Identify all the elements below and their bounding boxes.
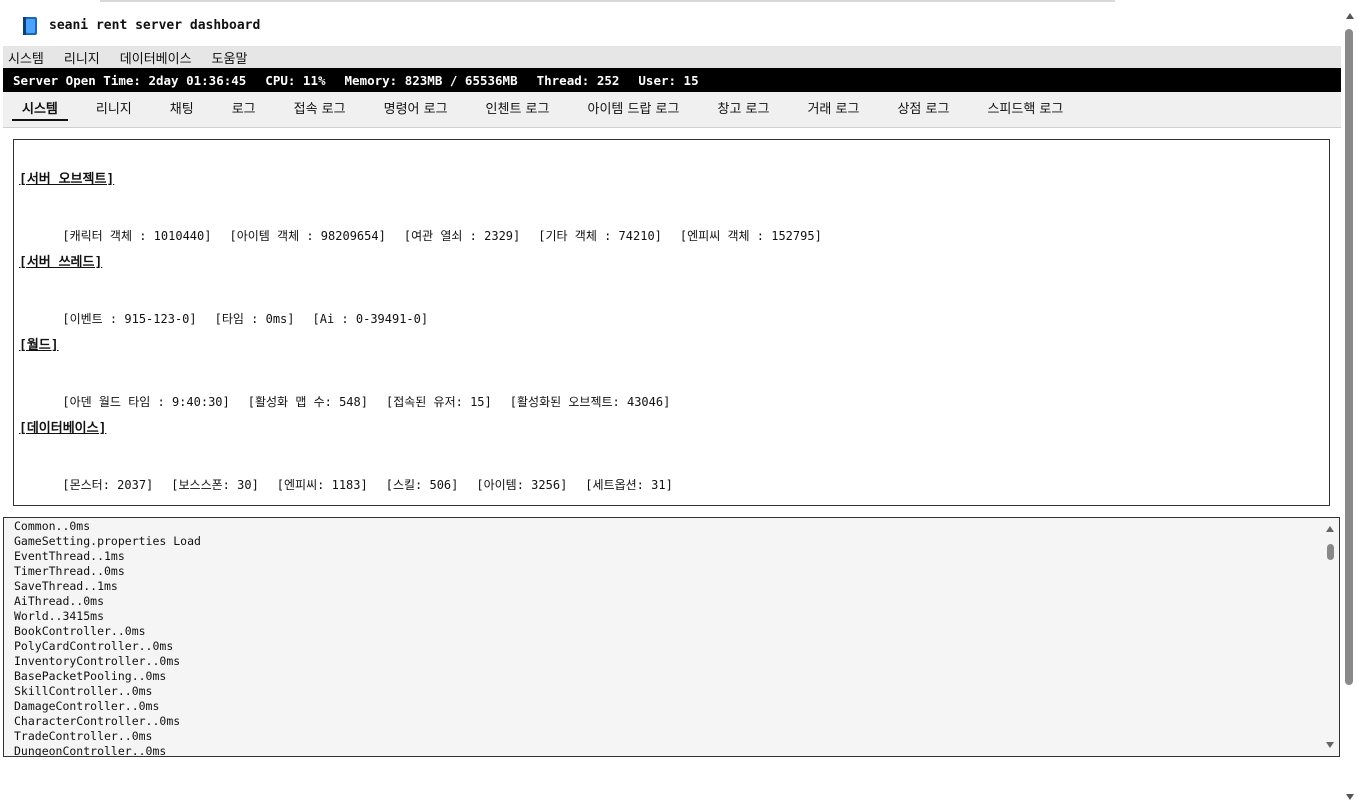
stat-npcs: [엔피씨: 1183]: [276, 478, 368, 492]
log-line: AiThread..0ms: [14, 594, 105, 608]
log-line: SkillController..0ms: [14, 684, 153, 698]
log-scroll-thumb[interactable]: [1327, 544, 1334, 560]
window-scroll-thumb[interactable]: [1345, 29, 1353, 685]
system-info-panel: [서버 오브젝트] [캐릭터 객체 : 1010440] [아이템 객체 : 98…: [13, 139, 1330, 506]
stat-npc-objects: [엔피씨 객체 : 152795]: [679, 229, 822, 243]
log-line: DungeonController..0ms: [14, 744, 167, 757]
log-lines: Common..0ms GameSetting.properties Load …: [4, 518, 1339, 757]
stat-timer-thread: [타임 : 0ms]: [214, 312, 295, 326]
log-line: EventThread..1ms: [14, 549, 125, 563]
menu-system[interactable]: 시스템: [8, 48, 44, 67]
menu-bar: 시스템 리니지 데이터베이스 도움말: [3, 46, 1341, 68]
log-line: TimerThread..0ms: [14, 564, 125, 578]
log-scrollbar[interactable]: [1322, 518, 1339, 756]
tab-command-log[interactable]: 명령어 로그: [374, 92, 458, 121]
log-line: DamageController..0ms: [14, 699, 160, 713]
section-title-server-object: [서버 오브젝트]: [19, 172, 115, 187]
console-log[interactable]: Common..0ms GameSetting.properties Load …: [3, 517, 1340, 757]
window-scrollbar[interactable]: [1341, 5, 1358, 810]
stat-connected-users: [접속된 유저: 15]: [385, 395, 492, 409]
stat-set-options: [세트옵션: 31]: [585, 478, 673, 492]
section-line-world: [아덴 월드 타임 : 9:40:30] [활성화 맵 수: 548] [접속된 유…: [19, 379, 688, 424]
tab-chat[interactable]: 채팅: [160, 92, 204, 121]
tab-connect-log[interactable]: 접속 로그: [284, 92, 356, 121]
stat-ai-thread: [Ai : 0-39491-0]: [312, 312, 429, 326]
server-status-bar: Server Open Time: 2day 01:36:45 CPU: 11%…: [3, 68, 1341, 92]
menu-database[interactable]: 데이터베이스: [120, 48, 192, 67]
app-window: seani rent server dashboard 시스템 리니지 데이터베…: [3, 5, 1341, 810]
stat-item-objects: [아이템 객체 : 98209654]: [229, 229, 386, 243]
stat-aden-world-time: [아덴 월드 타임 : 9:40:30]: [62, 395, 230, 409]
tab-item-drop-log[interactable]: 아이템 드랍 로그: [577, 92, 689, 121]
tab-shop-log[interactable]: 상점 로그: [887, 92, 959, 121]
tab-speedhack-log[interactable]: 스피드핵 로그: [977, 92, 1073, 121]
log-line: TradeController..0ms: [14, 729, 153, 743]
tab-log[interactable]: 로그: [222, 92, 266, 121]
menu-help[interactable]: 도움말: [212, 48, 248, 67]
section-line-server-thread: [이벤트 : 915-123-0] [타임 : 0ms] [Ai : 0-39491…: [19, 296, 446, 341]
tab-system[interactable]: 시스템: [12, 92, 68, 121]
status-memory: Memory: 823MB / 65536MB: [344, 72, 518, 88]
section-line-database: [몬스터: 2037] [보스스폰: 30] [엔피씨: 1183] [스킬: 506…: [19, 462, 691, 507]
top-strip-bar: [100, 0, 1115, 2]
tab-warehouse-log[interactable]: 창고 로그: [707, 92, 779, 121]
stat-inn-keys: [여관 열쇠 : 2329]: [403, 229, 521, 243]
log-line: GameSetting.properties Load: [14, 534, 201, 548]
tab-enchant-log[interactable]: 인첸트 로그: [476, 92, 560, 121]
stat-active-objects: [활성화된 오브젝트: 43046]: [509, 395, 671, 409]
tab-trade-log[interactable]: 거래 로그: [797, 92, 869, 121]
stat-boss-spawns: [보스스폰: 30]: [171, 478, 259, 492]
log-line: World..3415ms: [14, 609, 105, 623]
stat-items: [아이템: 3256]: [476, 478, 568, 492]
tab-lineage[interactable]: 리니지: [86, 92, 142, 121]
log-line: CharacterController..0ms: [14, 714, 181, 728]
stat-other-objects: [기타 객체 : 74210]: [538, 229, 662, 243]
log-line: PolyCardController..0ms: [14, 639, 174, 653]
tab-bar: 시스템 리니지 채팅 로그 접속 로그 명령어 로그 인첸트 로그 아이템 드랍…: [3, 92, 1341, 128]
stat-skills: [스킬: 506]: [385, 478, 459, 492]
log-line: BookController..0ms: [14, 624, 146, 638]
status-user: User: 15: [638, 72, 699, 88]
log-line: Common..0ms: [14, 519, 91, 533]
section-title-database: [데이터베이스]: [19, 421, 107, 436]
section-title-world: [월드]: [19, 338, 59, 353]
stat-event-thread: [이벤트 : 915-123-0]: [62, 312, 197, 326]
scroll-up-icon[interactable]: [1326, 526, 1334, 532]
scroll-down-icon[interactable]: [1346, 794, 1354, 800]
status-thread: Thread: 252: [536, 72, 620, 88]
scroll-up-icon[interactable]: [1346, 13, 1354, 19]
stat-active-maps: [활성화 맵 수: 548]: [247, 395, 368, 409]
section-title-server-thread: [서버 쓰레드]: [19, 255, 103, 270]
status-cpu: CPU: 11%: [265, 72, 326, 88]
window-title: seani rent server dashboard: [49, 18, 261, 33]
title-bar: seani rent server dashboard: [3, 5, 1341, 46]
log-line: InventoryController..0ms: [14, 654, 181, 668]
menu-lineage[interactable]: 리니지: [64, 48, 100, 67]
section-line-server-object: [캐릭터 객체 : 1010440] [아이템 객체 : 98209654] [여관…: [19, 213, 840, 258]
log-line: BasePacketPooling..0ms: [14, 669, 167, 683]
status-open-time: Server Open Time: 2day 01:36:45: [13, 72, 247, 88]
book-icon: [23, 16, 39, 35]
scroll-down-icon[interactable]: [1326, 742, 1334, 748]
stat-character-objects: [캐릭터 객체 : 1010440]: [62, 229, 212, 243]
stat-monsters: [몬스터: 2037]: [62, 478, 154, 492]
log-line: SaveThread..1ms: [14, 579, 118, 593]
